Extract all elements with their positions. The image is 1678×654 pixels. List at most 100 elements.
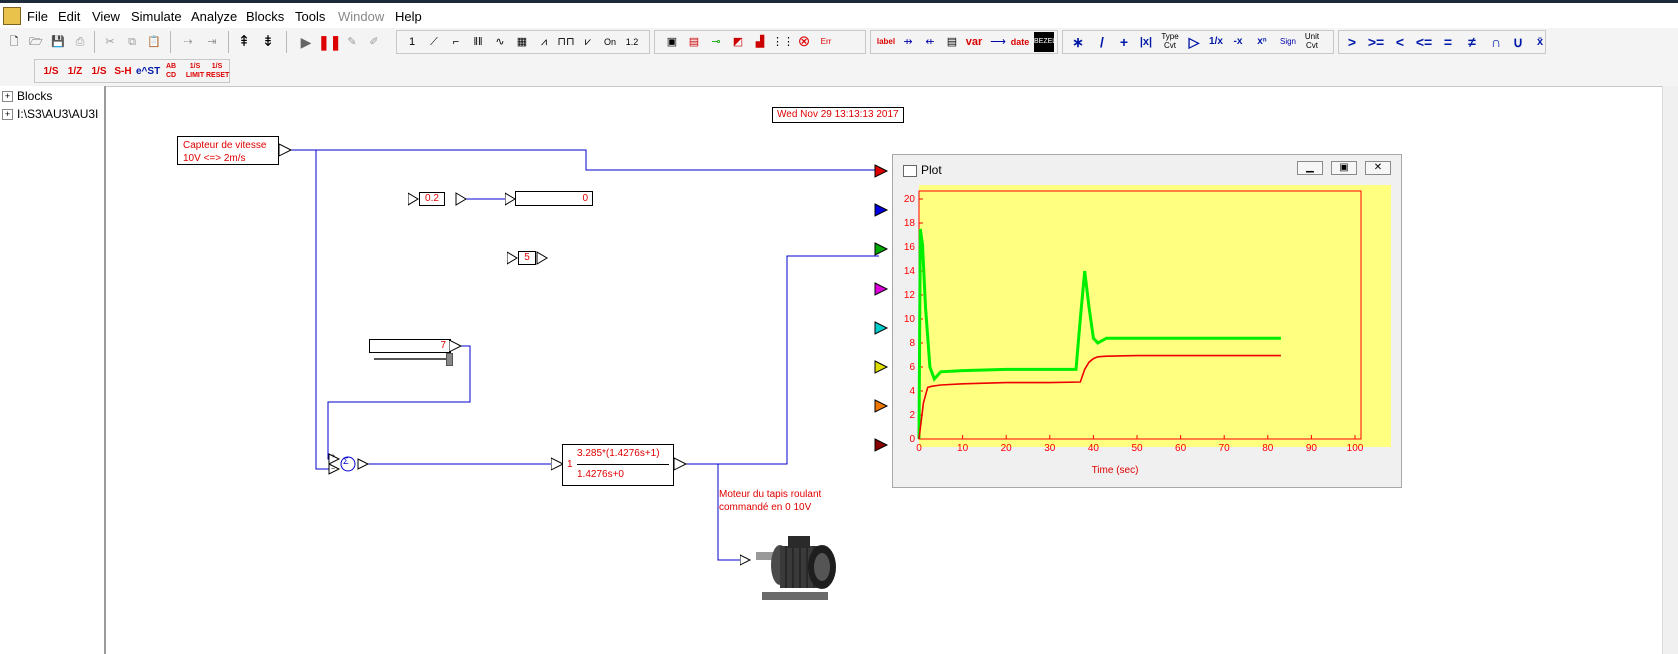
menu-view[interactable]: View — [92, 9, 120, 24]
divide-slash-icon[interactable]: / — [1092, 32, 1112, 52]
menu-analyze[interactable]: Analyze — [191, 9, 237, 24]
open-folder-icon[interactable]: 🗁 — [26, 32, 46, 52]
cut-icon[interactable]: ✂ — [100, 32, 120, 52]
save-icon[interactable]: 💾 — [48, 32, 68, 52]
ramp-icon[interactable]: ⟋ — [424, 32, 444, 52]
export-icon[interactable]: ⋮⋮ — [772, 32, 794, 52]
run-icon[interactable]: ▶ — [296, 32, 316, 52]
plot-area[interactable]: 0 10 20 30 40 50 60 70 80 90 10002468101214161820 … — [893, 181, 1401, 481]
sample-hold-button[interactable]: S-H — [112, 62, 134, 82]
reset-integrator-button[interactable]: 1/S RESET — [206, 62, 229, 82]
pause-icon[interactable]: ❚❚ — [318, 32, 341, 52]
connect-icon[interactable]: ⇢ — [178, 32, 198, 52]
vertical-scrollbar[interactable] — [1662, 86, 1678, 654]
comment-icon[interactable]: ▤ — [942, 32, 962, 52]
greater-equal-icon[interactable]: >= — [1366, 32, 1386, 52]
table-icon[interactable]: ▦ — [512, 32, 532, 52]
type-convert-icon[interactable]: Type Cvt — [1160, 32, 1180, 52]
date-stamp[interactable]: Wed Nov 29 13:13:13 2017 — [772, 107, 904, 123]
bus-split-icon[interactable]: ⇸ — [898, 32, 918, 52]
error-icon[interactable]: Err — [816, 32, 836, 52]
menu-window[interactable]: Window — [338, 9, 384, 24]
led-icon[interactable]: ⊸ — [706, 32, 726, 52]
equal-icon[interactable]: = — [1438, 32, 1458, 52]
continue-icon[interactable]: ✐ — [364, 32, 384, 52]
move-down-icon[interactable]: ⇟ — [258, 32, 278, 52]
reciprocal-icon[interactable]: 1/x — [1206, 32, 1226, 52]
sinusoid-icon[interactable]: ∿ — [490, 32, 510, 52]
const-a-block[interactable]: 0.2 — [419, 192, 445, 206]
const-b-block[interactable]: 5 — [518, 251, 536, 265]
triangle-wave-icon[interactable]: ⩗ — [578, 32, 598, 52]
speed-sensor-block[interactable]: Capteur de vitesse 10V <=> 2m/s — [177, 136, 279, 165]
pulse-train-icon[interactable]: ǁǁ — [468, 32, 488, 52]
var-block-icon[interactable]: var — [964, 32, 984, 52]
disconnect-icon[interactable]: ⇥ — [202, 32, 222, 52]
print-icon[interactable]: ⎙ — [70, 32, 90, 52]
limited-integrator-button[interactable]: 1/S LIMIT — [184, 62, 206, 82]
menu-edit[interactable]: Edit — [58, 9, 80, 24]
multiply-icon[interactable]: ∗ — [1068, 32, 1088, 52]
numeric-display-block[interactable]: 0 — [515, 191, 593, 206]
xy-plot-icon[interactable]: ◩ — [728, 32, 748, 52]
less-equal-icon[interactable]: <= — [1414, 32, 1434, 52]
stop-icon[interactable]: ⊗ — [794, 32, 814, 52]
state-space-button[interactable]: AB CD — [160, 62, 182, 82]
menu-simulate[interactable]: Simulate — [131, 9, 182, 24]
slider-thumb[interactable] — [446, 353, 453, 366]
new-file-icon[interactable]: 🗋 — [4, 32, 24, 52]
sawtooth-icon[interactable]: ⩘ — [534, 32, 554, 52]
step-block-icon[interactable]: 1 — [402, 32, 422, 52]
unit-delay-button[interactable]: 1/Z — [64, 62, 86, 82]
arrow-block-icon[interactable]: ⟶ — [988, 32, 1008, 52]
greater-than-icon[interactable]: > — [1342, 32, 1362, 52]
display-block-icon[interactable]: ▣ — [662, 32, 682, 52]
plot-window[interactable]: Plot ▁ ▣ ✕ 0 10 20 30 40 50 60 70 80 90 100 0 2 4 6 8 10… — [892, 154, 1402, 488]
step-signal-icon[interactable]: ⌐ — [446, 32, 466, 52]
menu-bar: File Edit View Simulate Analyze Blocks T… — [0, 0, 1678, 28]
histogram-icon[interactable]: ▟ — [750, 32, 770, 52]
on-off-icon[interactable]: On — [600, 32, 620, 52]
square-wave-icon[interactable]: ⊓⊓ — [556, 32, 576, 52]
date-block-icon[interactable]: date — [1010, 32, 1030, 52]
power-icon[interactable]: xⁿ — [1252, 32, 1272, 52]
menu-help[interactable]: Help — [395, 9, 422, 24]
diagram-canvas[interactable]: Wed Nov 29 13:13:13 2017 Capteur de vite… — [106, 86, 1662, 654]
menu-tools[interactable]: Tools — [295, 9, 325, 24]
slider-value-block[interactable]: 7 — [369, 339, 451, 353]
paste-icon[interactable]: 📋 — [144, 32, 164, 52]
step-icon[interactable]: ✎ — [342, 32, 362, 52]
transport-delay-button[interactable]: e^ST — [136, 62, 160, 82]
counter-icon[interactable]: 1.2 — [622, 32, 642, 52]
unit-convert-icon[interactable]: Unit Cvt — [1302, 32, 1322, 52]
slider-track[interactable] — [374, 358, 446, 360]
label-block-icon[interactable]: label — [876, 32, 896, 52]
abs-icon[interactable]: |x| — [1136, 32, 1156, 52]
or-icon[interactable]: ∪ — [1508, 32, 1528, 52]
maximize-button[interactable]: ▣ — [1331, 161, 1357, 175]
move-up-icon[interactable]: ⇞ — [234, 32, 254, 52]
integrator-alt-button[interactable]: 1/S — [88, 62, 110, 82]
tree-item-path[interactable]: + I:\S3\AU3\AU3I — [2, 107, 98, 121]
plot-icon[interactable]: ▤ — [684, 32, 704, 52]
copy-icon[interactable]: ⧉ — [122, 32, 142, 52]
and-icon[interactable]: ∩ — [1486, 32, 1506, 52]
sign-icon[interactable]: Sign — [1278, 32, 1298, 52]
less-than-icon[interactable]: < — [1390, 32, 1410, 52]
close-button[interactable]: ✕ — [1365, 161, 1391, 175]
bezel-icon[interactable]: BEZEL — [1034, 32, 1056, 52]
minimize-button[interactable]: ▁ — [1297, 161, 1323, 175]
transfer-function-block[interactable]: 1 3.285*(1.4276s+1) 1.4276s+0 — [562, 444, 674, 486]
menu-file[interactable]: File — [27, 9, 48, 24]
tree-item-blocks[interactable]: + Blocks — [2, 89, 52, 103]
negate-icon[interactable]: -x — [1228, 32, 1248, 52]
menu-blocks[interactable]: Blocks — [246, 9, 284, 24]
add-icon[interactable]: + — [1114, 32, 1134, 52]
summing-junction[interactable]: + − — [328, 450, 378, 478]
not-equal-icon[interactable]: ≠ — [1462, 32, 1482, 52]
motor-image[interactable] — [740, 530, 850, 610]
integrator-1s-button[interactable]: 1/S — [40, 62, 62, 82]
not-icon[interactable]: x̄ — [1530, 32, 1550, 52]
bus-merge-icon[interactable]: ⇷ — [920, 32, 940, 52]
gain-icon[interactable]: ▷ — [1184, 32, 1204, 52]
